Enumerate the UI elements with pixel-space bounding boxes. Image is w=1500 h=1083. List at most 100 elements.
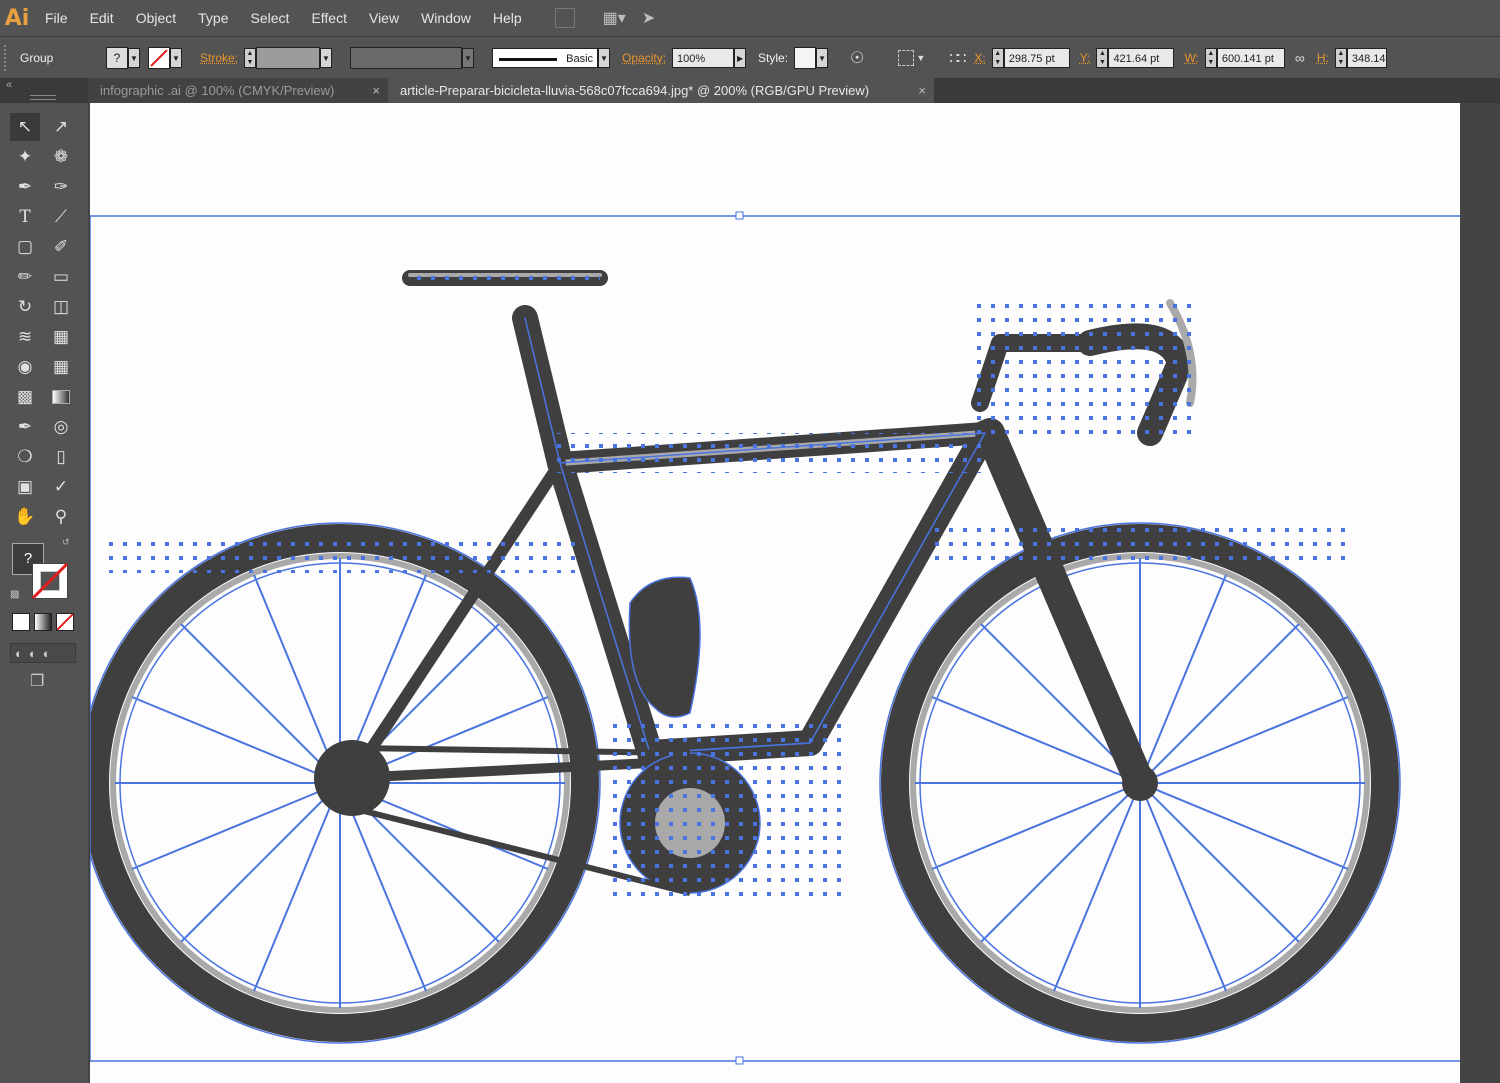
menu-help[interactable]: Help — [482, 0, 533, 36]
color-mode-icon[interactable] — [12, 613, 30, 631]
bicycle-artwork[interactable] — [90, 103, 1460, 1083]
w-input[interactable]: 600.141 pt — [1216, 48, 1285, 68]
align-dropdown-icon[interactable]: ▼ — [916, 53, 925, 63]
eyedropper-tool-icon[interactable]: ✒ — [10, 413, 40, 441]
grip-handle[interactable] — [4, 45, 10, 71]
rectangle-tool-icon[interactable]: ▢ — [10, 233, 40, 261]
screen-mode-icon[interactable]: ❐ — [30, 671, 54, 690]
menu-effect[interactable]: Effect — [300, 0, 358, 36]
h-stepper[interactable]: ▲ ▼ — [1334, 48, 1347, 68]
drawing-modes-icon[interactable]: ◐◐◐ — [10, 643, 76, 663]
shape-builder-tool-icon[interactable]: ◉ — [10, 353, 40, 381]
y-input[interactable]: 421.64 pt — [1108, 48, 1175, 68]
recolor-artwork-icon[interactable]: ☉ — [850, 48, 864, 68]
perspective-grid-tool-icon[interactable]: ▦ — [46, 353, 76, 381]
hand-tool-icon[interactable]: ✋ — [10, 503, 40, 531]
tools-panel: ↖ ↗ ✦ ❁ ✒ ✑ T ⟋ ▢ ✐ ✏ ▭ ↻ ◫ ≋ ▦ ◉ ▦ ▩ ✒ … — [0, 95, 88, 1083]
stroke-label[interactable]: Stroke: — [200, 51, 238, 65]
brush-definition[interactable]: Basic — [492, 48, 599, 68]
y-label[interactable]: Y: — [1080, 51, 1091, 65]
menu-select[interactable]: Select — [240, 0, 301, 36]
style-label: Style: — [758, 51, 789, 65]
arrange-documents-icon[interactable]: ▦▾ — [603, 8, 626, 28]
slice-tool-icon[interactable]: ✓ — [46, 473, 76, 501]
selection-bounding-box[interactable] — [90, 211, 1460, 1065]
line-tool-icon[interactable]: ⟋ — [46, 203, 76, 231]
menu-file[interactable]: File — [34, 0, 79, 36]
type-tool-icon[interactable]: T — [10, 203, 40, 231]
tab-label: article-Preparar-bicicleta-lluvia-568c07… — [400, 83, 870, 98]
magic-wand-tool-icon[interactable]: ✦ — [10, 143, 40, 171]
symbol-sprayer-tool-icon[interactable]: ❍ — [10, 443, 40, 471]
style-dropdown-icon[interactable]: ▼ — [816, 48, 829, 68]
h-input[interactable]: 348.14 — [1346, 48, 1387, 68]
bridge-icon[interactable] — [554, 8, 575, 28]
stroke-dropdown-icon[interactable]: ▼ — [170, 48, 182, 68]
opacity-label[interactable]: Opacity: — [622, 51, 666, 65]
menu-view[interactable]: View — [358, 0, 410, 36]
menu-window[interactable]: Window — [410, 0, 482, 36]
opacity-input[interactable]: 100% — [672, 48, 735, 68]
gpu-performance-icon[interactable]: ➤ — [642, 8, 655, 28]
brush-dropdown-icon[interactable]: ▼ — [598, 48, 611, 68]
menu-edit[interactable]: Edit — [79, 0, 125, 36]
free-transform-tool-icon[interactable]: ▦ — [46, 323, 76, 351]
gradient-mode-icon[interactable] — [34, 613, 52, 631]
stroke-swatch-none-icon[interactable] — [148, 47, 170, 69]
align-to-icon[interactable] — [898, 50, 915, 66]
menu-type[interactable]: Type — [187, 0, 239, 36]
stroke-weight-stepper[interactable]: ▲ ▼ — [244, 48, 257, 68]
blend-tool-icon[interactable]: ◎ — [46, 413, 76, 441]
close-tab-icon[interactable]: × — [372, 78, 380, 103]
y-stepper[interactable]: ▲ ▼ — [1096, 48, 1109, 68]
stroke-color-box[interactable] — [32, 563, 68, 599]
rear-wheel — [90, 522, 601, 1044]
canvas-area[interactable] — [88, 103, 1500, 1083]
artboard[interactable] — [90, 103, 1460, 1083]
constrain-proportions-icon[interactable]: ∞ — [1295, 50, 1305, 66]
anchor-points — [100, 268, 1350, 903]
default-fill-stroke-icon[interactable]: ▩ — [10, 589, 19, 600]
artboard-tool-icon[interactable]: ▣ — [10, 473, 40, 501]
x-stepper[interactable]: ▲ ▼ — [991, 48, 1004, 68]
lasso-tool-icon[interactable]: ❁ — [46, 143, 76, 171]
variable-width-profile[interactable] — [350, 47, 463, 69]
column-graph-tool-icon[interactable]: ▯ — [46, 443, 76, 471]
zoom-tool-icon[interactable]: ⚲ — [46, 503, 76, 531]
pencil-tool-icon[interactable]: ✏ — [10, 263, 40, 291]
graphic-style-swatch[interactable] — [794, 47, 817, 69]
x-input[interactable]: 298.75 pt — [1003, 48, 1070, 68]
gradient-tool-icon[interactable] — [46, 383, 76, 411]
w-label[interactable]: W: — [1184, 51, 1198, 65]
width-tool-icon[interactable]: ≋ — [10, 323, 40, 351]
fill-dropdown-icon[interactable]: ▼ — [128, 48, 140, 68]
rotate-tool-icon[interactable]: ↻ — [10, 293, 40, 321]
tab-bicycle-image[interactable]: article-Preparar-bicicleta-lluvia-568c07… — [388, 78, 934, 103]
w-stepper[interactable]: ▲ ▼ — [1204, 48, 1217, 68]
panel-grip[interactable] — [30, 95, 56, 100]
direct-selection-tool-icon[interactable]: ↗ — [46, 113, 76, 141]
reference-point-icon[interactable]: ∷∷ — [949, 49, 966, 67]
h-label[interactable]: H: — [1317, 51, 1329, 65]
paintbrush-tool-icon[interactable]: ✐ — [46, 233, 76, 261]
none-mode-icon[interactable] — [56, 613, 74, 631]
document-tab-bar: « infographic .ai @ 100% (CMYK/Preview) … — [0, 78, 1500, 103]
curvature-tool-icon[interactable]: ✑ — [46, 173, 76, 201]
close-tab-icon[interactable]: × — [918, 78, 926, 103]
mesh-tool-icon[interactable]: ▩ — [10, 383, 40, 411]
pen-tool-icon[interactable]: ✒ — [10, 173, 40, 201]
scale-tool-icon[interactable]: ◫ — [46, 293, 76, 321]
stroke-weight-dropdown-icon[interactable]: ▼ — [320, 48, 333, 68]
profile-dropdown-icon[interactable]: ▼ — [462, 48, 475, 68]
opacity-arrow-icon[interactable]: ▶ — [734, 48, 747, 68]
menu-object[interactable]: Object — [125, 0, 187, 36]
selection-tool-icon[interactable]: ↖ — [10, 113, 40, 141]
tab-label: infographic .ai @ 100% (CMYK/Preview) — [100, 83, 335, 98]
stroke-weight-input[interactable] — [256, 47, 321, 69]
fill-swatch[interactable]: ? — [106, 47, 128, 69]
swap-fill-stroke-icon[interactable]: ↺ — [62, 537, 70, 548]
x-label[interactable]: X: — [974, 51, 985, 65]
tab-infographic[interactable]: infographic .ai @ 100% (CMYK/Preview) × — [88, 78, 388, 103]
eraser-tool-icon[interactable]: ▭ — [46, 263, 76, 291]
collapse-panel-icon[interactable]: « — [6, 78, 12, 92]
